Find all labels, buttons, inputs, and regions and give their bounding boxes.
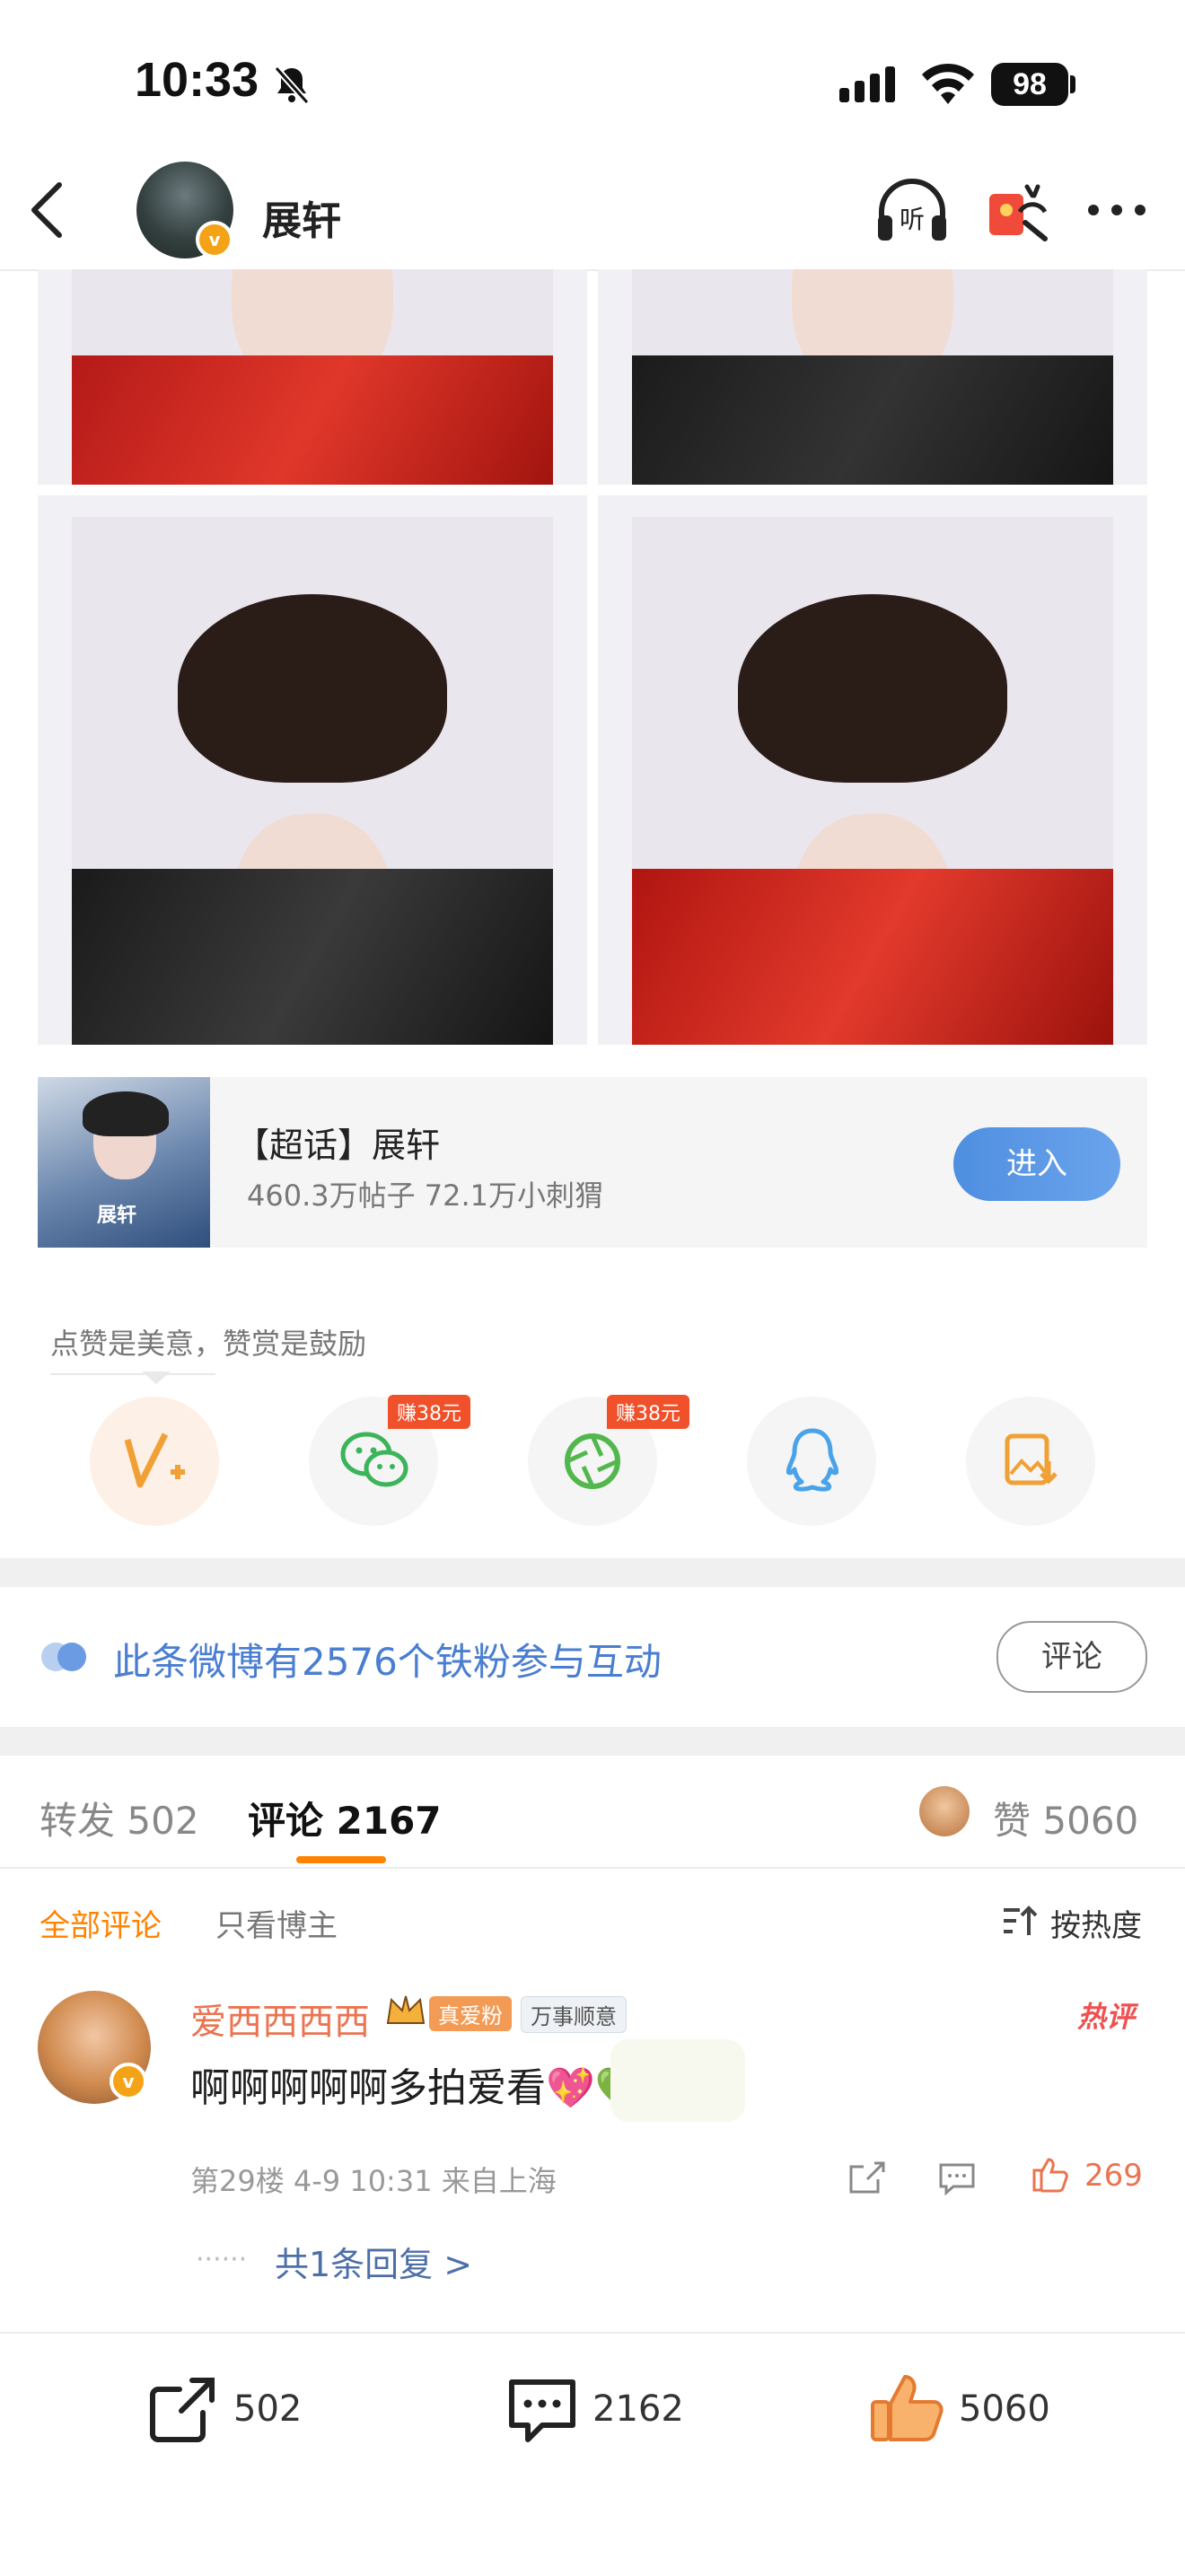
hot-comment-label: 热评 (1077, 2000, 1136, 2034)
liker-avatar (919, 1786, 970, 1836)
wifi-icon (922, 63, 974, 104)
battery-tip (1070, 75, 1075, 93)
super-topic-thumb-label: 展轩 (97, 1205, 137, 1227)
reply-dots: ······ (196, 2244, 248, 2275)
commenter-avatar[interactable]: v (38, 1991, 151, 2104)
repost-icon[interactable] (147, 2375, 217, 2445)
red-packet-icon[interactable] (984, 176, 1052, 244)
section-gap-2 (0, 1727, 1185, 1756)
fans-badge-icon (41, 1643, 86, 1671)
super-topic-thumbnail: 展轩 (38, 1077, 210, 1248)
tab-reposts-label: 转发 (40, 1799, 116, 1843)
bottom-action-bar (0, 2332, 1185, 2576)
tab-likes-count: 5060 (1042, 1799, 1139, 1843)
back-arrow-icon[interactable] (25, 180, 68, 241)
cellular-signal-icon (839, 66, 900, 102)
comment-count: 2162 (592, 2388, 684, 2430)
repost-count: 502 (233, 2388, 303, 2430)
comment-sticker-decoration (610, 2039, 745, 2122)
filter-author-only[interactable]: 只看博主 (215, 1901, 338, 1945)
comment-icon[interactable] (506, 2375, 578, 2447)
author-avatar[interactable]: v (136, 162, 233, 258)
moments-shutter-icon (565, 1433, 620, 1489)
bell-muted-icon (274, 66, 310, 105)
comment-like-icon[interactable] (1031, 2154, 1070, 2194)
commenter-verified-icon: v (110, 2063, 147, 2100)
tab-likes[interactable]: 赞 5060 (993, 1791, 1138, 1845)
active-tab-indicator (296, 1856, 386, 1863)
comment-meta: 第29楼 4-9 10:31 来自上海 (190, 2164, 557, 2198)
listen-headphones-icon[interactable]: 听 (874, 176, 950, 244)
comment-share-icon[interactable] (847, 2160, 887, 2195)
like-count: 5060 (959, 2388, 1050, 2430)
share-qq-button[interactable] (747, 1397, 876, 1526)
post-photo-2[interactable] (598, 269, 1147, 485)
iron-fans-text: 此条微博有2576个铁粉参与互动 (113, 1640, 662, 1684)
moments-reward-tag: 赚38元 (607, 1395, 689, 1429)
tab-reposts[interactable]: 转发 502 (40, 1791, 199, 1845)
tab-comments-label: 评论 (248, 1799, 324, 1843)
reward-tip-caret (142, 1371, 171, 1384)
verified-badge-icon: v (196, 221, 233, 258)
wechat-icon (340, 1432, 408, 1487)
crown-icon (386, 1995, 426, 2024)
comment-like-count: 269 (1084, 2158, 1143, 2194)
commenter-name[interactable]: 爱西西西西 (190, 1993, 370, 2045)
true-fan-badge: 真爱粉 (429, 1996, 512, 2031)
banner-comment-button[interactable]: 评论 (996, 1621, 1147, 1693)
wish-badge: 万事顺意 (521, 1996, 627, 2033)
tab-reposts-count: 502 (127, 1799, 199, 1843)
filter-all-comments[interactable]: 全部评论 (40, 1901, 162, 1945)
super-topic-title: 【超话】展轩 (235, 1126, 441, 1165)
like-thumb-icon[interactable] (867, 2370, 944, 2447)
wechat-reward-tag: 赚38元 (388, 1395, 470, 1429)
qq-penguin-icon (786, 1428, 838, 1492)
enter-super-topic-button[interactable]: 进入 (953, 1127, 1120, 1201)
section-gap (0, 1558, 1185, 1587)
more-options-icon[interactable] (1083, 176, 1151, 244)
battery-indicator: 98 (991, 63, 1068, 106)
tabs-divider (0, 1867, 1185, 1869)
tab-likes-label: 赞 (993, 1799, 1031, 1843)
tab-comments[interactable]: 评论 2167 (248, 1791, 442, 1845)
sort-by-hot[interactable]: 按热度 (1050, 1901, 1142, 1945)
super-topic-stats: 460.3万帖子 72.1万小刺猬 (247, 1178, 604, 1213)
reward-button[interactable] (90, 1397, 219, 1526)
reward-tip-text: 点赞是美意，赞赏是鼓励 (50, 1327, 367, 1361)
save-image-icon (1005, 1433, 1058, 1485)
post-photo-4[interactable] (598, 495, 1147, 1045)
svg-text:听: 听 (900, 205, 925, 234)
sort-icon (1004, 1906, 1038, 1935)
author-name[interactable]: 展轩 (262, 188, 341, 246)
comment-reply-icon[interactable] (937, 2160, 977, 2195)
post-photo-3[interactable] (38, 495, 587, 1045)
status-time: 10:33 (135, 53, 259, 107)
post-photo-1[interactable] (38, 269, 587, 485)
save-image-button[interactable] (966, 1397, 1095, 1526)
reward-v-plus-icon (124, 1433, 185, 1488)
tab-comments-count: 2167 (336, 1799, 442, 1843)
view-replies-link[interactable]: 共1条回复 > (275, 2237, 472, 2286)
comment-text: 啊啊啊啊啊多拍爱看💖💚 (190, 2065, 645, 2111)
reward-tip-divider (50, 1373, 215, 1375)
